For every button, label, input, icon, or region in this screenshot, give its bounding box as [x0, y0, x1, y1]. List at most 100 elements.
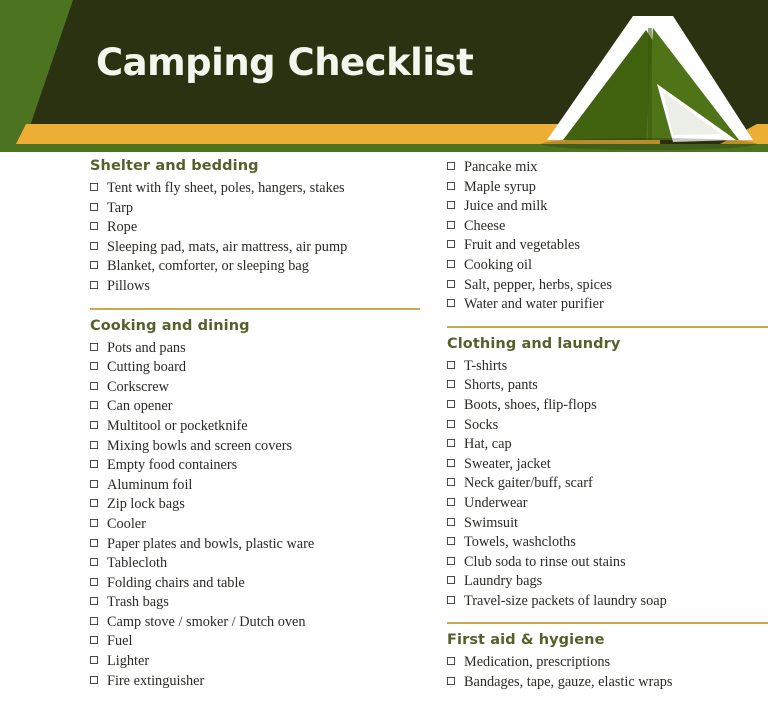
checklist-item[interactable]: Pots and pans [90, 339, 420, 359]
checklist-item[interactable]: Swimsuit [447, 514, 768, 534]
checkbox-icon[interactable] [447, 240, 455, 249]
checklist-item[interactable]: Water and water purifier [447, 295, 768, 315]
checklist-item[interactable]: Socks [447, 416, 768, 436]
checkbox-icon[interactable] [90, 280, 98, 289]
checkbox-icon[interactable] [447, 220, 455, 229]
checklist-item[interactable]: Boots, shoes, flip-flops [447, 396, 768, 416]
checkbox-icon[interactable] [90, 616, 98, 625]
checklist-item[interactable]: Towels, washcloths [447, 533, 768, 553]
checkbox-icon[interactable] [90, 222, 98, 231]
checkbox-icon[interactable] [447, 497, 455, 506]
checklist-item[interactable]: Bandages, tape, gauze, elastic wraps [447, 673, 768, 693]
checkbox-icon[interactable] [90, 558, 98, 567]
checkbox-icon[interactable] [447, 478, 455, 487]
checklist-item[interactable]: Tent with fly sheet, poles, hangers, sta… [90, 179, 420, 199]
checklist-item[interactable]: Pillows [90, 277, 420, 297]
checkbox-icon[interactable] [90, 460, 98, 469]
checklist-item[interactable]: Empty food containers [90, 456, 420, 476]
checkbox-icon[interactable] [447, 677, 455, 686]
checklist-item[interactable]: Rope [90, 218, 420, 238]
checkbox-icon[interactable] [447, 458, 455, 467]
checkbox-icon[interactable] [90, 420, 98, 429]
checklist-item[interactable]: Multitool or pocketknife [90, 417, 420, 437]
checklist-item[interactable]: Fire extinguisher [90, 672, 420, 692]
checkbox-icon[interactable] [447, 399, 455, 408]
checkbox-icon[interactable] [90, 675, 98, 684]
checklist-item[interactable]: Camp stove / smoker / Dutch oven [90, 613, 420, 633]
checkbox-icon[interactable] [90, 538, 98, 547]
checkbox-icon[interactable] [90, 183, 98, 191]
checkbox-icon[interactable] [90, 362, 98, 371]
checkbox-icon[interactable] [447, 360, 455, 369]
checklist-item[interactable]: Corkscrew [90, 378, 420, 398]
checklist-item[interactable]: Neck gaiter/buff, scarf [447, 474, 768, 494]
checklist-item[interactable]: Fruit and vegetables [447, 236, 768, 256]
checklist-item[interactable]: Travel-size packets of laundry soap [447, 592, 768, 612]
checklist-item[interactable]: Laundry bags [447, 572, 768, 592]
section-heading-first-aid-and-hygiene: First aid & hygiene [447, 632, 605, 649]
checkbox-icon[interactable] [447, 439, 455, 448]
checkbox-icon[interactable] [90, 241, 98, 250]
checklist-item[interactable]: Cheese [447, 217, 768, 237]
checklist-item[interactable]: Sleeping pad, mats, air mattress, air pu… [90, 238, 420, 258]
checklist-item[interactable]: Folding chairs and table [90, 574, 420, 594]
checkbox-icon[interactable] [90, 401, 98, 410]
checklist-item[interactable]: Shorts, pants [447, 376, 768, 396]
checkbox-icon[interactable] [447, 162, 455, 170]
checklist-item[interactable]: Tablecloth [90, 554, 420, 574]
checklist-item[interactable]: Lighter [90, 652, 420, 672]
checkbox-icon[interactable] [90, 518, 98, 527]
checklist-item-label: Cheese [464, 217, 506, 234]
checkbox-icon[interactable] [90, 499, 98, 508]
checkbox-icon[interactable] [90, 261, 98, 270]
checkbox-icon[interactable] [90, 342, 98, 351]
section-first-aid-and-hygiene: First aid & hygiene Medication, prescript… [447, 622, 768, 692]
checkbox-icon[interactable] [447, 576, 455, 585]
checklist-item[interactable]: T-shirts [447, 357, 768, 377]
checkbox-icon[interactable] [90, 440, 98, 449]
checklist-item-label: Blanket, comforter, or sleeping bag [107, 258, 309, 275]
checkbox-icon[interactable] [447, 657, 455, 666]
checkbox-icon[interactable] [90, 202, 98, 211]
checklist-item[interactable]: Medication, prescriptions [447, 653, 768, 673]
checkbox-icon[interactable] [447, 537, 455, 546]
checkbox-icon[interactable] [90, 381, 98, 390]
checkbox-icon[interactable] [447, 299, 455, 308]
checklist-item-label: Fuel [107, 633, 133, 650]
checklist-item[interactable]: Cooking oil [447, 256, 768, 276]
checkbox-icon[interactable] [90, 636, 98, 645]
checklist-item[interactable]: Salt, pepper, herbs, spices [447, 276, 768, 296]
checklist-item[interactable]: Underwear [447, 494, 768, 514]
checklist-item[interactable]: Can opener [90, 397, 420, 417]
checkbox-icon[interactable] [447, 517, 455, 526]
checklist-item[interactable]: Mixing bowls and screen covers [90, 437, 420, 457]
checkbox-icon[interactable] [447, 279, 455, 288]
checklist-item[interactable]: Cutting board [90, 358, 420, 378]
checklist-item[interactable]: Paper plates and bowls, plastic ware [90, 535, 420, 555]
checklist-item[interactable]: Hat, cap [447, 435, 768, 455]
checklist-item[interactable]: Fuel [90, 632, 420, 652]
checkbox-icon[interactable] [447, 201, 455, 210]
checklist-item[interactable]: Pancake mix [447, 158, 768, 178]
checkbox-icon[interactable] [447, 419, 455, 428]
checkbox-icon[interactable] [447, 181, 455, 190]
checklist-item[interactable]: Aluminum foil [90, 476, 420, 496]
checklist-item[interactable]: Juice and milk [447, 197, 768, 217]
checkbox-icon[interactable] [447, 259, 455, 268]
checkbox-icon[interactable] [90, 479, 98, 488]
checklist-item[interactable]: Tarp [90, 199, 420, 219]
checklist-item[interactable]: Maple syrup [447, 178, 768, 198]
checkbox-icon[interactable] [90, 577, 98, 586]
checkbox-icon[interactable] [90, 597, 98, 606]
section-heading-clothing-and-laundry: Clothing and laundry [447, 335, 621, 352]
checkbox-icon[interactable] [447, 380, 455, 389]
checklist-item[interactable]: Zip lock bags [90, 495, 420, 515]
checklist-item[interactable]: Blanket, comforter, or sleeping bag [90, 257, 420, 277]
checklist-item[interactable]: Sweater, jacket [447, 455, 768, 475]
checklist-item[interactable]: Club soda to rinse out stains [447, 553, 768, 573]
checkbox-icon[interactable] [90, 656, 98, 665]
checklist-item[interactable]: Trash bags [90, 593, 420, 613]
checkbox-icon[interactable] [447, 595, 455, 604]
checklist-item[interactable]: Cooler [90, 515, 420, 535]
checkbox-icon[interactable] [447, 556, 455, 565]
